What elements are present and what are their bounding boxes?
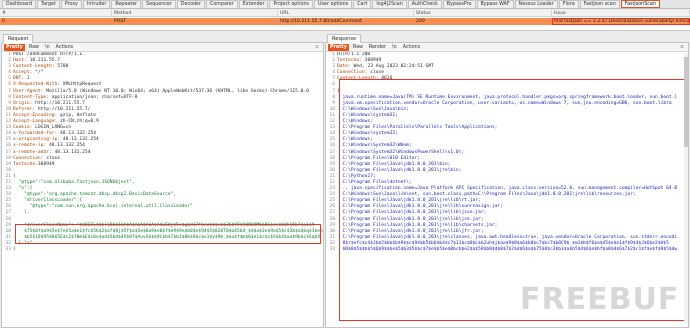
tab-decoder[interactable]: Decoder xyxy=(176,0,205,8)
response-actions-button[interactable]: Actions xyxy=(401,44,423,51)
response-panel: Response Pretty Raw Render \n Actions ≡ … xyxy=(325,34,689,328)
request-toolbar: Pretty Raw \n Actions ≡ xyxy=(2,43,323,52)
col-method-header[interactable]: Method xyxy=(112,10,278,16)
col-issue-header[interactable]: Issue xyxy=(552,10,690,16)
tab-comparer[interactable]: Comparer xyxy=(205,0,238,8)
request-editor[interactable]: 1 POST /addComment HTTP/1.1 2 Host: 10.211.… xyxy=(2,52,323,327)
response-tab[interactable]: Response xyxy=(327,34,362,43)
line-number: 33 xyxy=(5,247,11,252)
tab-bypass-waf[interactable]: Bypass WAF xyxy=(476,0,514,8)
tab-authcheck[interactable]: AuthCheck xyxy=(407,0,442,8)
tab-project-options[interactable]: Project options xyxy=(269,0,314,8)
tab-repeater[interactable]: Repeater xyxy=(111,0,142,8)
response-newline-button[interactable]: \n xyxy=(390,44,399,51)
tab-log4j2scan[interactable]: log4j2Scan xyxy=(372,0,407,8)
request-menu-icon[interactable]: ≡ xyxy=(313,44,321,51)
line-text: } xyxy=(13,247,16,252)
code-line: 33} xyxy=(2,247,323,253)
response-scrollbar[interactable] xyxy=(684,53,688,323)
tab-bypasspro[interactable]: BypassPro xyxy=(442,0,476,8)
row-method-cell: POST xyxy=(114,19,127,24)
row-url-cell: http://10.211.55.7:80/addComment xyxy=(280,19,362,24)
tab-extender[interactable]: Extender xyxy=(238,0,269,8)
request-actions-button[interactable]: Actions xyxy=(54,44,76,51)
col-url-header[interactable]: URL xyxy=(278,10,414,16)
line-text: $b5$18$95$8$5E$c2$f8m$E$c6e$a4$5bd$4V$8f… xyxy=(13,234,320,240)
row-issue-cell: find fastjson == 1.2.47 Deserialization … xyxy=(552,18,690,25)
scan-results-table: # Method URL Status Issue 0 POST http://… xyxy=(0,10,690,31)
line-text: "@type":"com.sun.org.apache.bcel.interna… xyxy=(13,204,193,210)
line-number: 33 xyxy=(329,247,335,252)
request-newline-button[interactable]: \n xyxy=(43,44,52,51)
tab-fastjsonscan[interactable]: FastjsonScan xyxy=(620,0,660,8)
request-pretty-button[interactable]: Pretty xyxy=(4,43,25,51)
table-row[interactable]: 0 POST http://10.211.55.7:80/addComment … xyxy=(0,18,690,25)
row-status-cell: 200 xyxy=(416,19,425,24)
code-line: 31 $b5$18$95$8$5E$c2$f8m$E$c6e$a4$5bd$4V… xyxy=(2,235,323,241)
response-editor[interactable]: 1 HTTP/1.1 200 2 Testecho: 308949 3 Date: Wed… xyxy=(326,52,688,327)
tab-dashboard[interactable]: Dashboard xyxy=(2,0,37,8)
tool-tab-bar: Dashboard Target Proxy Intruder Repeater Sequ… xyxy=(0,0,690,9)
tab-proxy[interactable]: Proxy xyxy=(60,0,83,8)
response-render-button[interactable]: Render xyxy=(367,44,388,51)
line-text: Content-Length: 8626 xyxy=(337,76,393,82)
tab-nessus-loader[interactable]: Nessus Loader xyxy=(514,0,558,8)
response-toolbar: Pretty Raw Render \n Actions ≡ xyxy=(326,43,688,52)
response-raw-button[interactable]: Raw xyxy=(351,44,365,51)
tab-flora[interactable]: Flora xyxy=(558,0,579,8)
request-raw-button[interactable]: Raw xyxy=(27,44,41,51)
tab-cart[interactable]: Cart xyxy=(353,0,372,8)
col-index-header[interactable]: # xyxy=(0,10,112,16)
code-line: 33 $B$8$5$$b$5$Q$9$$$e$5$b3$5$$c$7$e$b5$… xyxy=(326,247,688,253)
response-pretty-button[interactable]: Pretty xyxy=(328,43,349,51)
request-panel: Request Pretty Raw \n Actions ≡ 1 POST /a… xyxy=(1,34,324,328)
tab-sequencer[interactable]: Sequencer xyxy=(142,0,176,8)
line-text: Testecho:308949 xyxy=(13,161,55,167)
scrollbar-thumb[interactable] xyxy=(684,57,688,147)
tab-user-options[interactable]: User options xyxy=(314,0,353,8)
row-index-cell: 0 xyxy=(2,19,5,24)
tab-intruder[interactable]: Intruder xyxy=(83,0,111,8)
response-menu-icon[interactable]: ≡ xyxy=(678,44,686,51)
col-status-header[interactable]: Status xyxy=(414,10,552,16)
tab-target[interactable]: Target xyxy=(37,0,60,8)
line-text: $B$8$5$$b$5$Q$9$$$e$5$b3$5$$c$7$e$b5$e$0… xyxy=(337,247,678,252)
table-header-row: # Method URL Status Issue xyxy=(0,10,690,17)
tab-fastjson-scan[interactable]: Fastjson scan xyxy=(579,0,620,8)
request-tab[interactable]: Request xyxy=(3,34,34,43)
line-text: }, xyxy=(13,210,30,216)
